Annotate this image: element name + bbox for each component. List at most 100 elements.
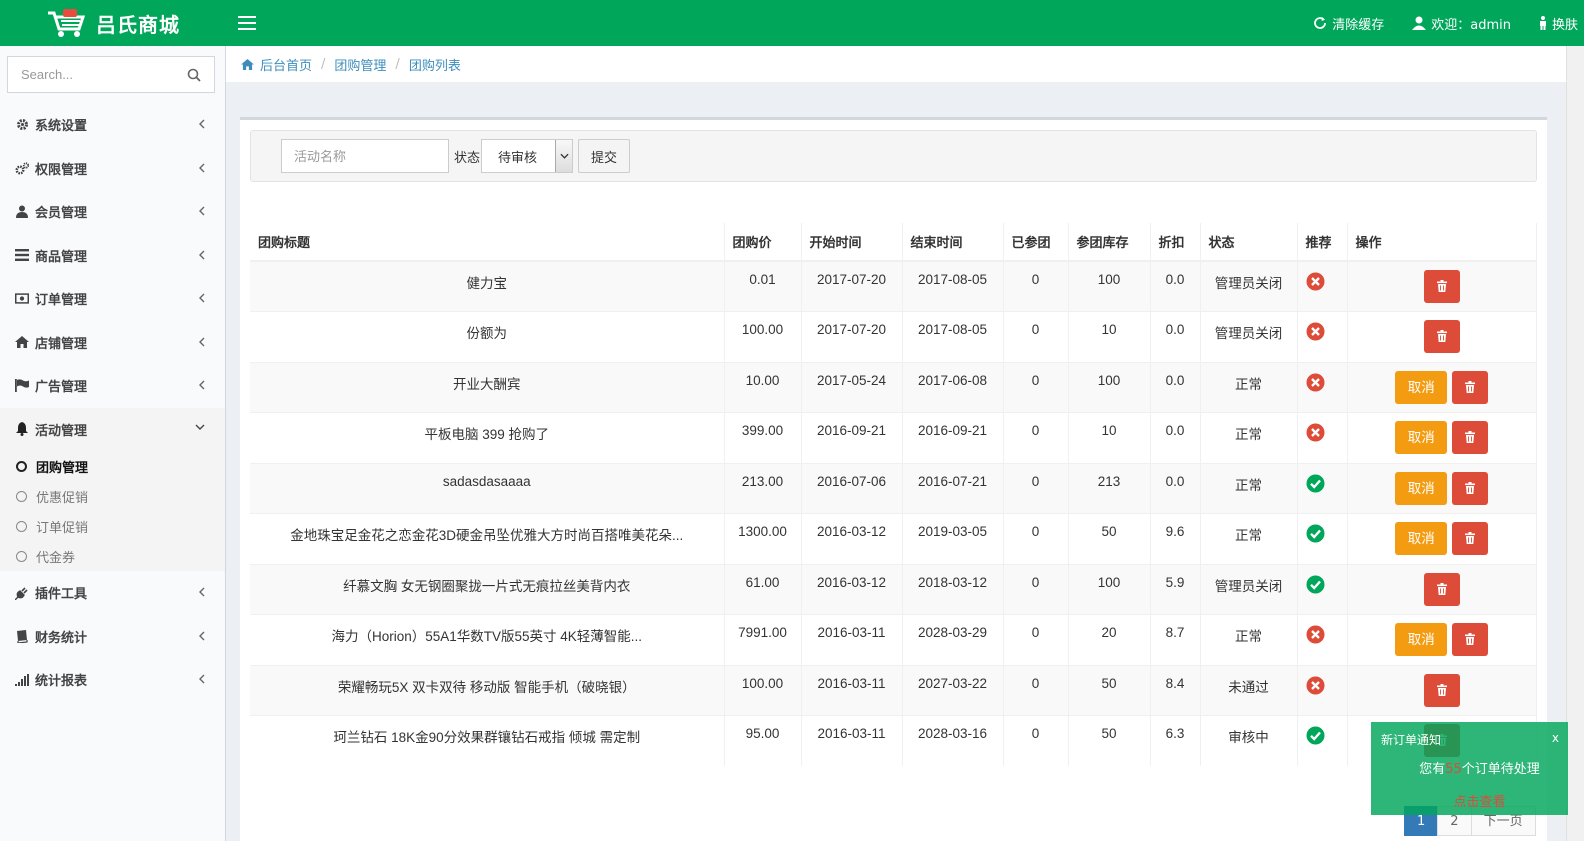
cell-status: 正常 — [1200, 412, 1298, 463]
sidebar-item-system[interactable]: 系统设置 — [0, 103, 225, 147]
sidebar-toggle-button[interactable] — [238, 16, 256, 30]
sidebar-item-stores[interactable]: 店铺管理 — [0, 321, 225, 365]
cell-discount: 0.0 — [1150, 412, 1201, 463]
bell-icon — [15, 422, 29, 437]
sidebar-item-ads[interactable]: 广告管理 — [0, 364, 225, 408]
cell-recommend[interactable] — [1297, 563, 1348, 615]
breadcrumb-groupbuy-link[interactable]: 团购管理 — [334, 55, 386, 74]
cell-title: 珂兰钻石 18K金90分效果群镶钻石戒指 倾城 需定制 — [250, 715, 725, 766]
cell-recommend[interactable] — [1297, 513, 1348, 564]
circle-icon — [16, 490, 27, 502]
sidebar-item-members[interactable]: 会员管理 — [0, 190, 225, 234]
delete-button[interactable] — [1452, 522, 1489, 555]
sidebar-item-label: 商品管理 — [35, 249, 88, 265]
sidebar-item-permission[interactable]: 权限管理 — [0, 147, 225, 191]
cancel-button[interactable]: 取消 — [1395, 370, 1448, 404]
cell-discount: 8.7 — [1150, 614, 1201, 665]
sidebar-item-reports[interactable]: 统计报表 — [0, 658, 225, 702]
column-header-end: 结束时间 — [902, 223, 1004, 262]
delete-button[interactable] — [1452, 623, 1489, 656]
cell-actions: 取消 — [1347, 361, 1537, 413]
sidebar-item-activities[interactable]: 活动管理 — [0, 407, 225, 451]
close-circle-icon — [1306, 272, 1324, 291]
sidebar-menu: 系统设置 权限管理 会员管理 商品管理 订单管理 店铺管理 广告管理 活动管理 … — [0, 103, 225, 702]
groupbuy-table: 团购标题 团购价 开始时间 结束时间 已参团 参团库存 折扣 状态 推荐 操作 … — [250, 223, 1537, 766]
check-circle-icon — [1306, 575, 1324, 593]
cell-joined: 0 — [1003, 513, 1069, 564]
sidebar-subitem-label: 团购管理 — [36, 460, 89, 476]
column-header-joined: 已参团 — [1003, 223, 1069, 262]
sidebar-subitem-groupbuy[interactable]: 团购管理 — [0, 451, 225, 481]
cell-end: 2028-03-16 — [902, 715, 1004, 766]
delete-button[interactable] — [1452, 370, 1489, 404]
cell-status: 正常 — [1200, 462, 1298, 514]
cell-end: 2027-03-22 — [902, 664, 1004, 716]
cell-end: 2017-08-05 — [902, 311, 1004, 362]
cell-recommend[interactable] — [1297, 715, 1348, 766]
cell-recommend[interactable] — [1297, 462, 1348, 514]
cell-recommend[interactable] — [1297, 260, 1348, 312]
user-menu[interactable]: 欢迎：admin — [1412, 14, 1511, 33]
delete-button[interactable] — [1423, 572, 1460, 606]
cell-recommend[interactable] — [1297, 614, 1348, 665]
cell-discount: 5.9 — [1150, 563, 1201, 615]
cell-stock: 10 — [1068, 412, 1151, 463]
column-header-title: 团购标题 — [250, 223, 725, 262]
cell-recommend[interactable] — [1297, 664, 1348, 716]
close-icon[interactable]: x — [1552, 731, 1559, 745]
cell-recommend[interactable] — [1297, 412, 1348, 463]
sidebar-item-products[interactable]: 商品管理 — [0, 234, 225, 278]
cell-start: 2016-03-11 — [801, 715, 903, 766]
trash-icon — [1465, 481, 1476, 494]
groupbuy-list-box: 状态 待审核 提交 团购标题 团购价 开始时间 结束时间 已参团 参团库存 折扣… — [240, 117, 1547, 841]
cell-discount: 0.0 — [1150, 361, 1201, 413]
cancel-button[interactable]: 取消 — [1395, 623, 1448, 656]
refresh-icon — [1314, 17, 1327, 29]
cell-actions — [1347, 311, 1537, 362]
sidebar-item-plugins[interactable]: 插件工具 — [0, 571, 225, 615]
skin-button[interactable]: 换肤 — [1539, 14, 1578, 33]
cancel-button[interactable]: 取消 — [1395, 421, 1448, 454]
delete-button[interactable] — [1452, 471, 1489, 505]
view-orders-link[interactable]: 点击查看 — [1371, 791, 1568, 810]
search-icon[interactable] — [187, 68, 201, 82]
activity-name-input[interactable] — [281, 139, 449, 173]
trash-icon — [1465, 633, 1476, 645]
column-header-start: 开始时间 — [801, 223, 903, 262]
sidebar-subitem-discount[interactable]: 优惠促销 — [0, 481, 225, 511]
flag-icon — [15, 379, 29, 393]
sidebar-subitem-order-promo[interactable]: 订单促销 — [0, 511, 225, 541]
chevron-left-icon — [199, 119, 205, 129]
cell-stock: 10 — [1068, 311, 1151, 362]
breadcrumb-home-link[interactable]: 后台首页 — [260, 55, 312, 74]
search-input[interactable] — [8, 57, 178, 92]
cell-recommend[interactable] — [1297, 311, 1348, 362]
delete-button[interactable] — [1423, 673, 1460, 707]
cancel-button[interactable]: 取消 — [1395, 471, 1448, 505]
cell-joined: 0 — [1003, 563, 1069, 615]
cell-joined: 0 — [1003, 412, 1069, 463]
clear-cache-button[interactable]: 清除缓存 — [1313, 14, 1384, 33]
page-scrollbar[interactable] — [1566, 46, 1584, 841]
delete-button[interactable] — [1423, 270, 1460, 303]
sidebar-item-orders[interactable]: 订单管理 — [0, 277, 225, 321]
delete-button[interactable] — [1423, 320, 1460, 353]
trash-icon — [1436, 683, 1447, 696]
delete-button[interactable] — [1452, 421, 1489, 454]
cell-end: 2018-03-12 — [902, 563, 1004, 615]
cell-title: sadasdasaaaa — [250, 462, 725, 514]
sidebar-subitem-voucher[interactable]: 代金券 — [0, 541, 225, 571]
cell-start: 2017-07-20 — [801, 311, 903, 362]
trash-icon — [1436, 330, 1447, 342]
cell-title: 健力宝 — [250, 260, 725, 312]
close-circle-icon — [1306, 373, 1324, 391]
cell-discount: 6.3 — [1150, 715, 1201, 766]
cell-recommend[interactable] — [1297, 361, 1348, 413]
logo[interactable]: 吕氏商城 — [0, 0, 226, 46]
cell-title: 金地珠宝足金花之恋金花3D硬金吊坠优雅大方时尚百搭唯美花朵... — [250, 513, 725, 564]
status-select[interactable]: 待审核 — [481, 139, 574, 173]
cancel-button[interactable]: 取消 — [1395, 522, 1448, 555]
sidebar-item-finance[interactable]: 财务统计 — [0, 615, 225, 659]
submit-button[interactable]: 提交 — [578, 139, 631, 173]
cell-status: 管理员关闭 — [1200, 260, 1298, 312]
